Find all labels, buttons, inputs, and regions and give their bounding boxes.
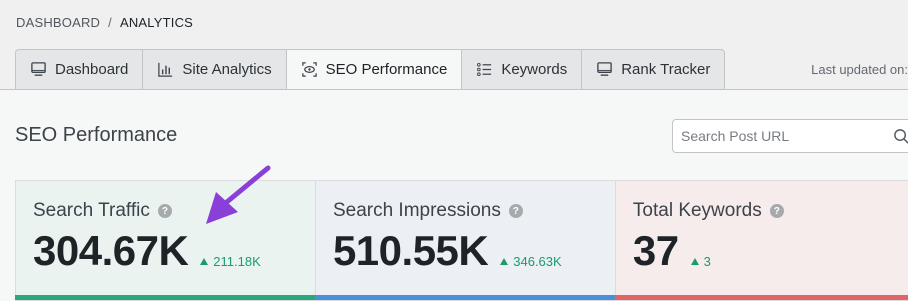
help-icon[interactable]: ? [508, 204, 523, 218]
tab-label: Site Analytics [182, 61, 272, 78]
tab-keywords[interactable]: Keywords [462, 49, 583, 90]
tab-label: Dashboard [55, 61, 129, 78]
card-value: 37 [632, 227, 679, 274]
tab-bar: Dashboard Site Analytics SEO Performance… [15, 49, 726, 90]
search-icon[interactable] [893, 128, 908, 145]
card-change: 3 [690, 254, 711, 269]
tab-label: SEO Performance [325, 61, 448, 78]
card-label: Search Traffic [33, 200, 150, 221]
card-accent-bar [15, 295, 316, 300]
monitor-icon [31, 62, 46, 76]
list-icon [477, 62, 492, 77]
tab-rank-tracker[interactable]: Rank Tracker [582, 49, 726, 90]
card-total-keywords: Total Keywords? 37 3 [614, 180, 908, 301]
card-value: 304.67K [33, 227, 189, 274]
card-label: Search Impressions [332, 200, 501, 221]
breadcrumb: DASHBOARD / ANALYTICS [16, 15, 193, 30]
card-change: 211.18K [200, 254, 261, 269]
card-label: Total Keywords [632, 200, 762, 221]
search-box [672, 119, 908, 153]
card-change-value: 211.18K [213, 254, 261, 269]
card-value: 510.55K [332, 227, 489, 274]
card-accent-bar [614, 295, 908, 300]
trend-up-icon [690, 258, 699, 265]
last-updated: Last updated on: [811, 62, 908, 77]
eye-scan-icon [301, 62, 317, 77]
card-change: 346.63K [500, 254, 562, 269]
card-search-traffic: Search Traffic? 304.67K 211.18K [15, 180, 316, 301]
card-change-value: 346.63K [513, 254, 562, 269]
trend-up-icon [500, 258, 509, 265]
tab-site-analytics[interactable]: Site Analytics [143, 49, 287, 90]
tab-label: Keywords [501, 61, 568, 78]
card-search-impressions: Search Impressions? 510.55K 346.63K [314, 180, 616, 301]
tab-seo-performance[interactable]: SEO Performance [286, 49, 463, 90]
card-accent-bar [314, 295, 616, 300]
breadcrumb-separator: / [108, 15, 112, 30]
help-icon[interactable]: ? [157, 204, 172, 218]
card-change-value: 3 [703, 254, 711, 269]
trend-up-icon [200, 258, 209, 265]
tab-label: Rank Tracker [621, 61, 711, 78]
breadcrumb-current: ANALYTICS [119, 15, 194, 30]
page-title: SEO Performance [15, 124, 178, 146]
help-icon[interactable]: ? [769, 204, 784, 218]
breadcrumb-root[interactable]: DASHBOARD [16, 15, 100, 30]
search-input[interactable] [673, 120, 883, 152]
tab-dashboard[interactable]: Dashboard [15, 49, 144, 90]
bar-chart-icon [158, 62, 173, 77]
metric-cards: Search Traffic? 304.67K 211.18K Search I… [15, 180, 908, 301]
monitor-icon [597, 62, 612, 76]
